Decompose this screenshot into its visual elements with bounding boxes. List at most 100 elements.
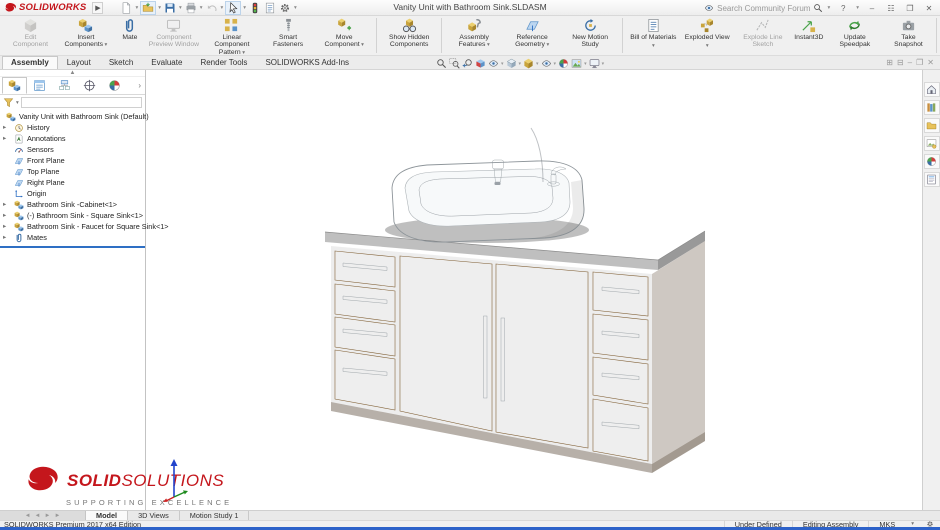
file-explorer-icon[interactable] bbox=[923, 118, 940, 133]
tree-item-front-plane[interactable]: Front Plane bbox=[0, 155, 145, 166]
exploded-view-button[interactable]: Exploded View bbox=[681, 16, 734, 55]
tab-sketch[interactable]: Sketch bbox=[100, 56, 142, 69]
pane-right-icon[interactable]: ⊟ bbox=[897, 57, 904, 69]
tree-item-cabinet[interactable]: ▸ Bathroom Sink -Cabinet<1> bbox=[0, 199, 145, 210]
ribbon-separator bbox=[441, 18, 443, 53]
appearances-scenes-icon[interactable] bbox=[923, 154, 940, 169]
new-motion-study-button[interactable]: New Motion Study bbox=[561, 16, 619, 55]
featuremanager-tree-tab[interactable] bbox=[2, 77, 27, 94]
open-button[interactable] bbox=[140, 0, 157, 15]
community-search-icon bbox=[704, 3, 714, 13]
tree-item-history[interactable]: ▸ History bbox=[0, 122, 145, 133]
view-settings-icon[interactable] bbox=[589, 58, 600, 69]
apply-scene-icon[interactable] bbox=[571, 58, 582, 69]
hide-show-items-icon[interactable] bbox=[541, 58, 552, 69]
mate-button[interactable]: Mate bbox=[115, 16, 145, 55]
tree-split-bar[interactable] bbox=[0, 246, 145, 248]
filter-caret-icon[interactable]: ▾ bbox=[16, 100, 19, 106]
history-icon bbox=[14, 123, 24, 133]
tab-layout[interactable]: Layout bbox=[58, 56, 100, 69]
update-speedpak-button[interactable]: Update Speedpak bbox=[826, 16, 884, 55]
smart-fasteners-icon bbox=[281, 18, 296, 33]
tree-item-square-sink[interactable]: ▸ (-) Bathroom Sink - Square Sink<1> bbox=[0, 210, 145, 221]
restore-button[interactable]: ❐ bbox=[903, 2, 917, 14]
menu-flyout-arrow[interactable]: ▶ bbox=[92, 1, 104, 14]
propertymanager-tab[interactable] bbox=[27, 77, 52, 94]
section-view-icon[interactable] bbox=[475, 58, 486, 69]
bill-of-materials-button[interactable]: Bill of Materials bbox=[626, 16, 680, 55]
close-button[interactable]: ✕ bbox=[922, 2, 936, 14]
tree-item-mates[interactable]: ▸ Mates bbox=[0, 232, 145, 243]
tab-solidworks-add-ins[interactable]: SOLIDWORKS Add-Ins bbox=[256, 56, 358, 69]
help-button[interactable]: ? bbox=[836, 2, 850, 14]
take-snapshot-button[interactable]: Take Snapshot bbox=[884, 16, 933, 55]
dynamic-annotation-views-icon[interactable] bbox=[488, 58, 499, 69]
explode-line-sketch-button[interactable]: Explode Line Sketch bbox=[734, 16, 792, 55]
doc-restore-icon[interactable]: ❐ bbox=[916, 57, 923, 69]
expand-arrow-icon[interactable]: ▸ bbox=[3, 133, 11, 144]
move-component-button[interactable]: Move Component bbox=[315, 16, 373, 55]
view-palette-icon[interactable] bbox=[923, 136, 940, 151]
tree-root-item[interactable]: Vanity Unit with Bathroom Sink (Default) bbox=[0, 111, 149, 122]
panel-tabs-overflow[interactable]: › bbox=[138, 81, 143, 90]
file-properties-button[interactable] bbox=[263, 1, 277, 15]
linear-component-pattern-button[interactable]: Linear Component Pattern bbox=[203, 16, 261, 56]
view-orientation-icon[interactable] bbox=[506, 58, 517, 69]
component-preview-window-button[interactable]: Component Preview Window bbox=[145, 16, 203, 55]
smart-fasteners-button[interactable]: Smart Fasteners bbox=[261, 16, 315, 55]
configurationmanager-tab[interactable] bbox=[52, 77, 77, 94]
panel-collapse-handle[interactable]: ▲ bbox=[0, 70, 145, 77]
tree-filter-input[interactable] bbox=[20, 97, 142, 108]
show-hidden-components-button[interactable]: Show Hidden Components bbox=[380, 16, 438, 55]
pane-left-icon[interactable]: ⊞ bbox=[886, 57, 893, 69]
options-button[interactable] bbox=[278, 1, 292, 15]
tree-item-faucet[interactable]: ▸ Bathroom Sink - Faucet for Square Sink… bbox=[0, 221, 169, 232]
expand-arrow-icon[interactable]: ▸ bbox=[3, 210, 11, 221]
displaymanager-tab[interactable] bbox=[102, 77, 127, 94]
save-button[interactable] bbox=[163, 1, 177, 15]
graphics-area[interactable]: SOLIDSOLUTIONS SUPPORTING EXCELLENCE bbox=[28, 70, 922, 510]
community-search[interactable]: Search Community Forum ▾ bbox=[704, 3, 831, 13]
tab-motion-study-1[interactable]: Motion Study 1 bbox=[180, 511, 250, 520]
assembly-features-button[interactable]: Assembly Features bbox=[445, 16, 503, 55]
dimxpertmanager-tab[interactable] bbox=[77, 77, 102, 94]
tree-item-annotations[interactable]: ▸ Annotations bbox=[0, 133, 145, 144]
feature-manager-panel: ▲ › ▾ Vanity Unit with Bathroom Sink (De… bbox=[0, 70, 169, 510]
reference-geometry-button[interactable]: Reference Geometry bbox=[503, 16, 561, 55]
new-document-button[interactable] bbox=[119, 1, 133, 15]
custom-properties-icon[interactable] bbox=[923, 172, 940, 187]
component-preview-window-icon bbox=[166, 18, 181, 33]
design-library-icon[interactable] bbox=[923, 100, 940, 115]
tree-item-sensors[interactable]: Sensors bbox=[0, 144, 145, 155]
expand-arrow-icon[interactable]: ▸ bbox=[3, 122, 11, 133]
edit-component-button[interactable]: Edit Component bbox=[4, 16, 57, 55]
tab-assembly[interactable]: Assembly bbox=[2, 56, 58, 69]
maximize-button[interactable]: ☷ bbox=[884, 2, 898, 14]
plane-icon bbox=[14, 167, 24, 177]
display-style-icon[interactable] bbox=[523, 58, 534, 69]
rebuild-button[interactable] bbox=[248, 1, 262, 15]
tree-item-right-plane[interactable]: Right Plane bbox=[0, 177, 145, 188]
doc-minimize-icon[interactable]: – bbox=[908, 57, 912, 69]
minimize-button[interactable]: – bbox=[865, 2, 879, 14]
expand-arrow-icon[interactable]: ▸ bbox=[3, 199, 11, 210]
expand-arrow-icon[interactable]: ▸ bbox=[3, 232, 11, 243]
solidworks-resources-icon[interactable] bbox=[923, 82, 940, 97]
tree-item-origin[interactable]: Origin bbox=[0, 188, 145, 199]
select-button[interactable] bbox=[225, 0, 242, 15]
print-button[interactable] bbox=[184, 1, 198, 15]
tab-render-tools[interactable]: Render Tools bbox=[191, 56, 256, 69]
explode-line-sketch-icon bbox=[755, 18, 770, 33]
document-title: Vanity Unit with Bathroom Sink.SLDASM bbox=[393, 2, 547, 12]
tree-item-top-plane[interactable]: Top Plane bbox=[0, 166, 145, 177]
doc-close-icon[interactable]: ✕ bbox=[927, 57, 934, 69]
edit-appearance-icon[interactable] bbox=[558, 58, 569, 69]
undo-button[interactable] bbox=[205, 1, 219, 15]
expand-arrow-icon[interactable]: ▸ bbox=[3, 221, 11, 232]
insert-components-button[interactable]: Insert Components bbox=[57, 16, 115, 55]
zoom-to-fit-icon[interactable] bbox=[436, 58, 447, 69]
tab-evaluate[interactable]: Evaluate bbox=[142, 56, 191, 69]
previous-view-icon[interactable] bbox=[462, 58, 473, 69]
zoom-to-area-icon[interactable] bbox=[449, 58, 460, 69]
instant3d-button[interactable]: Instant3D bbox=[792, 16, 826, 55]
